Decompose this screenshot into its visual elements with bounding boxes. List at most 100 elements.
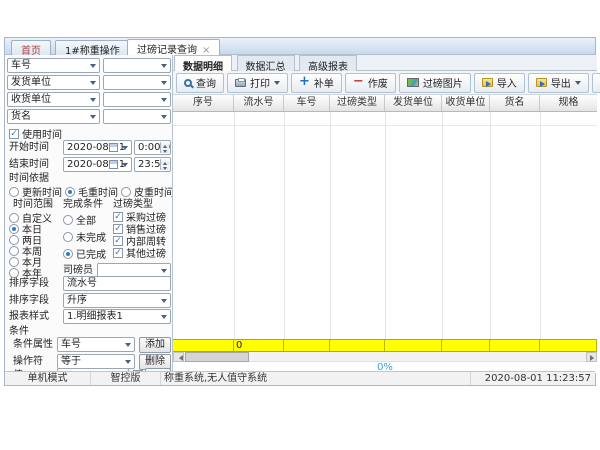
chevron-down-icon	[90, 98, 96, 105]
radio-icon	[9, 257, 19, 267]
import-button[interactable]: 导入	[474, 73, 525, 93]
app-window: 首页 1#称重操作 过磅记录查询× 车号 发货单位 收货单位 货名 使用时间 开…	[4, 37, 596, 386]
finish-state-label: 完成条件	[63, 199, 103, 211]
start-time-label: 开始时间	[9, 142, 49, 154]
print-button[interactable]: 打印	[227, 73, 288, 93]
weigh-pictures-button[interactable]: 过磅图片	[399, 73, 471, 93]
sort-field-2-label: 排序字段	[9, 295, 49, 307]
toolbar: 查询 打印 补单 作废 过磅图片 导入 导出 设置	[173, 71, 597, 95]
column-header-goods[interactable]: 货名	[490, 95, 540, 111]
filter-field-vehicle-select[interactable]: 车号	[7, 58, 100, 73]
radio-icon	[65, 187, 75, 197]
import-icon	[482, 78, 493, 87]
tab-data-summary[interactable]: 数据汇总	[237, 55, 295, 71]
radio-icon	[9, 268, 19, 278]
filter-field-receiver-select[interactable]: 收货单位	[7, 92, 100, 107]
calendar-icon	[109, 143, 118, 152]
plus-icon	[299, 77, 310, 88]
chevron-down-icon	[125, 343, 131, 350]
tab-advanced-report[interactable]: 高级报表	[299, 55, 357, 71]
column-header-serial[interactable]: 流水号	[234, 95, 284, 111]
checkbox-icon	[9, 129, 19, 139]
filter-field-receiver-label: 收货单位	[11, 94, 51, 105]
end-time-label: 结束时间	[9, 159, 49, 171]
condition-attr-select[interactable]: 车号	[57, 337, 135, 352]
radio-tare-time[interactable]: 皮重时间	[121, 186, 173, 197]
checkbox-other-weigh[interactable]: 其他过磅	[113, 247, 166, 258]
column-header-index[interactable]: 序号	[173, 95, 234, 111]
main-tab-bar: 首页 1#称重操作 过磅记录查询×	[5, 38, 595, 55]
column-header-spec[interactable]: 规格	[540, 95, 597, 111]
status-mode: 单机模式	[5, 372, 91, 385]
spin-down-icon[interactable]	[161, 165, 169, 171]
filter-value-vehicle-select[interactable]	[103, 58, 171, 73]
start-date-picker[interactable]: 2020-08-01	[63, 140, 132, 155]
column-header-shipper[interactable]: 发货单位	[385, 95, 442, 111]
use-time-checkbox[interactable]: 使用时间	[9, 128, 62, 139]
void-button[interactable]: 作废	[345, 73, 396, 93]
filter-field-goods-select[interactable]: 货名	[7, 109, 100, 124]
scroll-right-icon[interactable]	[586, 352, 597, 362]
filter-value-receiver-select[interactable]	[103, 92, 171, 107]
chevron-down-icon	[125, 360, 131, 367]
radio-update-time[interactable]: 更新时间	[9, 186, 62, 197]
radio-icon	[121, 187, 131, 197]
radio-unfinished[interactable]: 未完成	[63, 231, 106, 242]
tab-home[interactable]: 首页	[11, 40, 51, 55]
status-system-name: 称重系统,无人值守系统	[161, 372, 471, 385]
report-style-select[interactable]: 1.明细报表1	[63, 309, 171, 324]
filter-value-goods-select[interactable]	[103, 109, 171, 124]
query-button[interactable]: 查询	[176, 73, 224, 93]
filter-panel: 车号 发货单位 收货单位 货名 使用时间 开始时间 2020-08-01 0:0…	[5, 55, 173, 373]
export-button[interactable]: 导出	[528, 73, 589, 93]
end-time-spinner[interactable]: 23:59:59	[134, 157, 171, 172]
end-date-picker[interactable]: 2020-08-01	[63, 157, 132, 172]
scrollbar-thumb[interactable]	[185, 352, 249, 362]
radio-all[interactable]: 全部	[63, 214, 96, 225]
chevron-down-icon	[122, 163, 128, 170]
operator-select[interactable]: 等于	[57, 354, 135, 369]
status-edition: 智控版	[91, 372, 161, 385]
filter-field-shipper-label: 发货单位	[11, 77, 51, 88]
checkbox-icon	[113, 212, 123, 222]
sort-field-1-input[interactable]: 流水号	[63, 276, 171, 291]
settings-button[interactable]: 设置	[592, 73, 600, 93]
main-area: 车号 发货单位 收货单位 货名 使用时间 开始时间 2020-08-01 0:0…	[5, 55, 595, 373]
calendar-icon	[109, 160, 118, 169]
chevron-down-icon	[161, 81, 167, 88]
sort-order-select[interactable]: 升序	[63, 293, 171, 308]
status-datetime: 2020-08-01 11:23:57	[471, 372, 597, 385]
tab-data-detail[interactable]: 数据明细	[174, 55, 232, 71]
add-condition-button[interactable]: 添加	[139, 337, 171, 353]
grid-header: 序号 流水号 车号 过磅类型 发货单位 收货单位 货名 规格	[173, 95, 597, 112]
chevron-down-icon	[161, 269, 167, 276]
column-header-vehicle[interactable]: 车号	[284, 95, 330, 111]
column-header-receiver[interactable]: 收货单位	[442, 95, 490, 111]
radio-icon	[9, 224, 19, 234]
filter-field-shipper-select[interactable]: 发货单位	[7, 75, 100, 90]
start-time-spinner[interactable]: 0:00:00	[134, 140, 171, 155]
screenshot-canvas: 首页 1#称重操作 过磅记录查询× 车号 发货单位 收货单位 货名 使用时间 开…	[0, 0, 600, 450]
data-tab-strip: 数据明细 数据汇总 高级报表	[173, 55, 597, 71]
report-style-label: 报表样式	[9, 311, 49, 323]
column-header-weigh-type[interactable]: 过磅类型	[330, 95, 385, 111]
tab-weigh-operation[interactable]: 1#称重操作	[55, 40, 130, 55]
use-time-label: 使用时间	[22, 126, 62, 141]
spin-down-icon[interactable]	[161, 148, 169, 154]
spinner-buttons[interactable]	[160, 159, 169, 170]
spinner-buttons[interactable]	[160, 142, 169, 153]
tab-weigh-record-query[interactable]: 过磅记录查询×	[127, 39, 220, 55]
chevron-down-icon	[122, 146, 128, 153]
supplement-order-button[interactable]: 补单	[291, 73, 342, 93]
radio-finished[interactable]: 已完成	[63, 248, 106, 259]
printer-icon	[235, 79, 246, 87]
radio-this-year[interactable]: 本年	[9, 267, 42, 278]
sort-field-1-label: 排序字段	[9, 278, 49, 290]
condition-attr-label: 条件属性	[13, 339, 53, 351]
horizontal-scrollbar[interactable]	[173, 352, 597, 362]
operator-label: 操作符	[13, 356, 43, 368]
scroll-left-icon[interactable]	[173, 352, 184, 362]
filter-value-shipper-select[interactable]	[103, 75, 171, 90]
filter-field-vehicle-label: 车号	[11, 60, 31, 71]
radio-gross-time[interactable]: 毛重时间	[65, 186, 118, 197]
